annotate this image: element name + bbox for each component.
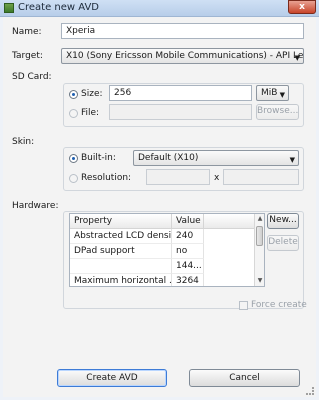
dialog-client-area: Name: Xperia Target: X10 (Sony Ericsson … <box>3 17 316 397</box>
name-label: Name: <box>12 27 42 37</box>
scrollbar-thumb[interactable] <box>256 226 263 246</box>
sdcard-file-radio[interactable] <box>69 109 78 118</box>
create-avd-button[interactable]: Create AVD <box>57 369 167 387</box>
skin-resolution-radio[interactable] <box>69 174 78 183</box>
sdcard-unit-value: MiB <box>261 88 278 98</box>
skin-builtin-label: Built-in: <box>81 153 116 163</box>
sdcard-size-radio[interactable] <box>69 90 78 99</box>
skin-builtin-value: Default (X10) <box>138 153 199 163</box>
sdcard-size-input[interactable]: 256 <box>109 85 252 101</box>
new-property-button[interactable]: New... <box>267 213 299 229</box>
table-cell-property[interactable] <box>70 259 172 274</box>
resolution-x-label: x <box>214 173 220 183</box>
table-cell-value[interactable]: no <box>172 244 204 259</box>
skin-builtin-radio[interactable] <box>69 154 78 163</box>
browse-button[interactable]: Browse... <box>256 104 299 120</box>
sdcard-file-label: File: <box>81 108 100 118</box>
resize-grip-icon[interactable] <box>306 387 314 395</box>
name-input[interactable]: Xperia <box>61 23 304 39</box>
table-cell-property[interactable]: Maximum horizontal ... <box>70 274 172 286</box>
table-vertical-scrollbar[interactable]: ▲ ▼ <box>254 214 264 286</box>
column-header-property[interactable]: Property <box>70 214 172 229</box>
sdcard-size-label: Size: <box>81 89 103 99</box>
android-app-icon <box>4 3 14 13</box>
sdcard-group-label: SD Card: <box>12 72 52 82</box>
column-header-value[interactable]: Value <box>172 214 204 229</box>
chevron-down-icon: ▼ <box>294 54 300 62</box>
chevron-down-icon: ▼ <box>289 156 295 164</box>
force-create-label: Force create <box>251 300 307 310</box>
resolution-width-input[interactable] <box>146 169 210 185</box>
target-select-value: X10 (Sony Ericsson Mobile Communications… <box>66 51 304 61</box>
target-label: Target: <box>12 51 43 61</box>
table-cell-value[interactable]: 240 <box>172 229 204 244</box>
title-bar[interactable]: Create new AVD x <box>0 0 319 17</box>
close-button[interactable]: x <box>288 0 316 14</box>
force-create-checkbox[interactable] <box>239 301 248 310</box>
column-header-filler <box>204 214 254 229</box>
sdcard-unit-select[interactable]: MiB ▼ <box>256 85 289 101</box>
create-avd-window: Create new AVD x Name: Xperia Target: X1… <box>0 0 319 400</box>
table-cell-property[interactable]: Abstracted LCD density <box>70 229 172 244</box>
table-cell-value[interactable]: 144... <box>172 259 204 274</box>
delete-property-button[interactable]: Delete <box>267 235 299 251</box>
scroll-down-icon[interactable]: ▼ <box>255 276 264 286</box>
target-select[interactable]: X10 (Sony Ericsson Mobile Communications… <box>61 48 304 64</box>
chevron-down-icon: ▼ <box>279 91 285 99</box>
hardware-table[interactable]: Property Value Abstracted LCD density 24… <box>69 213 265 287</box>
skin-resolution-label: Resolution: <box>81 173 132 183</box>
skin-builtin-select[interactable]: Default (X10) ▼ <box>133 150 299 166</box>
scroll-up-icon[interactable]: ▲ <box>255 214 264 224</box>
skin-group-label: Skin: <box>12 137 35 147</box>
table-cell-value[interactable]: 3264 <box>172 274 204 286</box>
table-cell-property[interactable]: DPad support <box>70 244 172 259</box>
resolution-height-input[interactable] <box>223 169 299 185</box>
window-title: Create new AVD <box>18 2 99 13</box>
cancel-button[interactable]: Cancel <box>189 369 300 387</box>
sdcard-file-input[interactable] <box>109 104 252 120</box>
hardware-group-label: Hardware: <box>12 201 59 211</box>
